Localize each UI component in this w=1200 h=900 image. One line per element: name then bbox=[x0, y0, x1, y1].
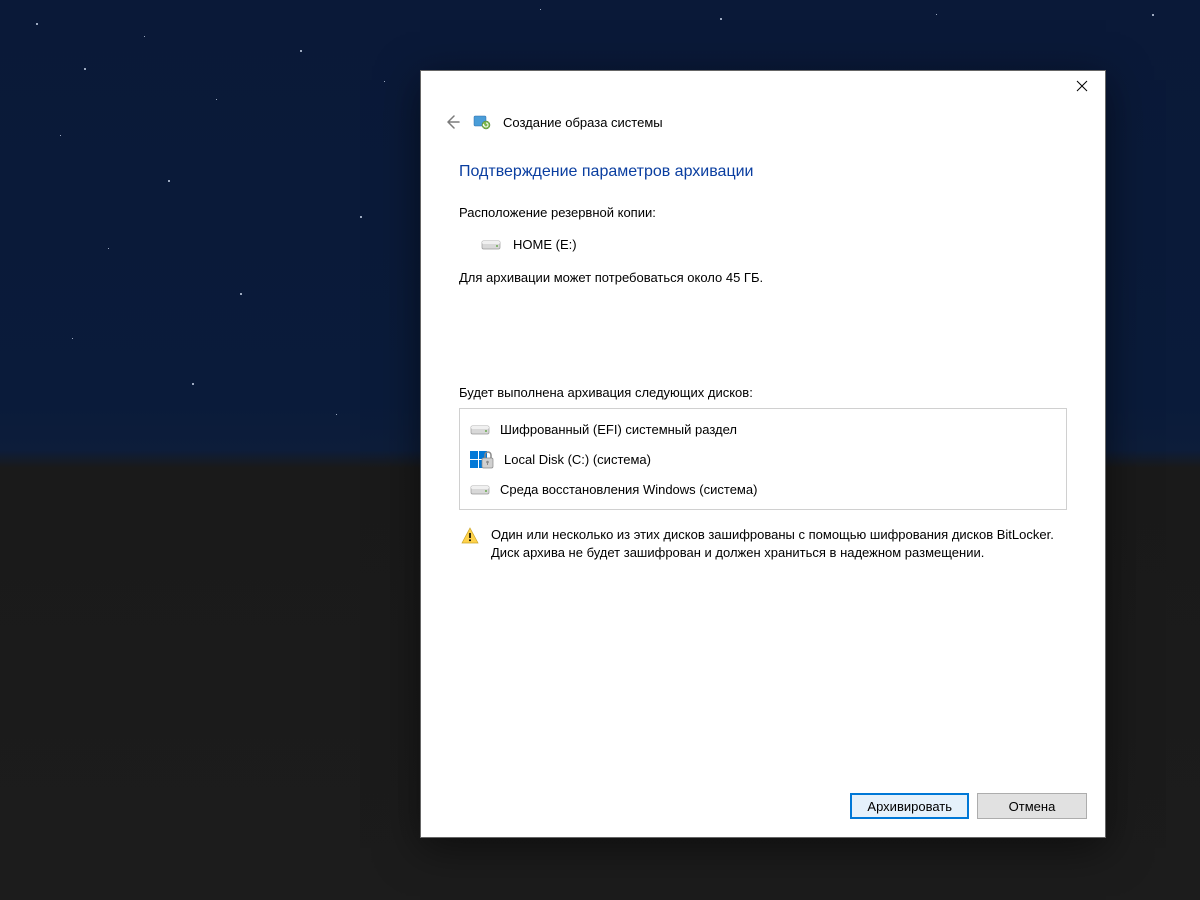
disk-row: Local Disk (C:) (система) bbox=[460, 443, 1066, 475]
wizard-content: Подтверждение параметров архивации Распо… bbox=[421, 151, 1105, 777]
archive-button[interactable]: Архивировать bbox=[850, 793, 969, 819]
system-image-app-icon bbox=[473, 113, 491, 131]
drive-icon bbox=[470, 481, 490, 497]
wizard-title: Создание образа системы bbox=[503, 115, 663, 130]
backup-size-estimate: Для архивации может потребоваться около … bbox=[459, 270, 1067, 285]
titlebar bbox=[421, 71, 1105, 109]
drive-icon bbox=[481, 236, 501, 252]
bitlocker-warning: Один или несколько из этих дисков зашифр… bbox=[459, 526, 1067, 562]
disk-name: Шифрованный (EFI) системный раздел bbox=[500, 422, 737, 437]
drive-icon bbox=[470, 421, 490, 437]
wizard-header: Создание образа системы bbox=[421, 109, 1105, 151]
disks-list-box: Шифрованный (EFI) системный раздел bbox=[459, 408, 1067, 510]
warning-text: Один или несколько из этих дисков зашифр… bbox=[491, 526, 1065, 562]
cancel-button[interactable]: Отмена bbox=[977, 793, 1087, 819]
locked-drive-icon bbox=[470, 449, 494, 469]
backup-location-label: Расположение резервной копии: bbox=[459, 205, 1067, 220]
system-image-wizard-dialog: Создание образа системы Подтверждение па… bbox=[420, 70, 1106, 838]
back-button[interactable] bbox=[443, 113, 461, 131]
warning-icon bbox=[461, 527, 479, 545]
wizard-footer: Архивировать Отмена bbox=[421, 777, 1105, 837]
backup-location-name: HOME (E:) bbox=[513, 237, 577, 252]
close-icon bbox=[1076, 80, 1088, 92]
page-heading: Подтверждение параметров архивации bbox=[459, 163, 1067, 181]
disk-row: Среда восстановления Windows (система) bbox=[460, 475, 1066, 503]
disk-name: Среда восстановления Windows (система) bbox=[500, 482, 757, 497]
disk-row: Шифрованный (EFI) системный раздел bbox=[460, 415, 1066, 443]
backup-location-row: HOME (E:) bbox=[459, 236, 1067, 252]
close-button[interactable] bbox=[1059, 71, 1105, 101]
disk-name: Local Disk (C:) (система) bbox=[504, 452, 651, 467]
disks-section-label: Будет выполнена архивация следующих диск… bbox=[459, 385, 1067, 400]
back-arrow-icon bbox=[444, 114, 460, 130]
